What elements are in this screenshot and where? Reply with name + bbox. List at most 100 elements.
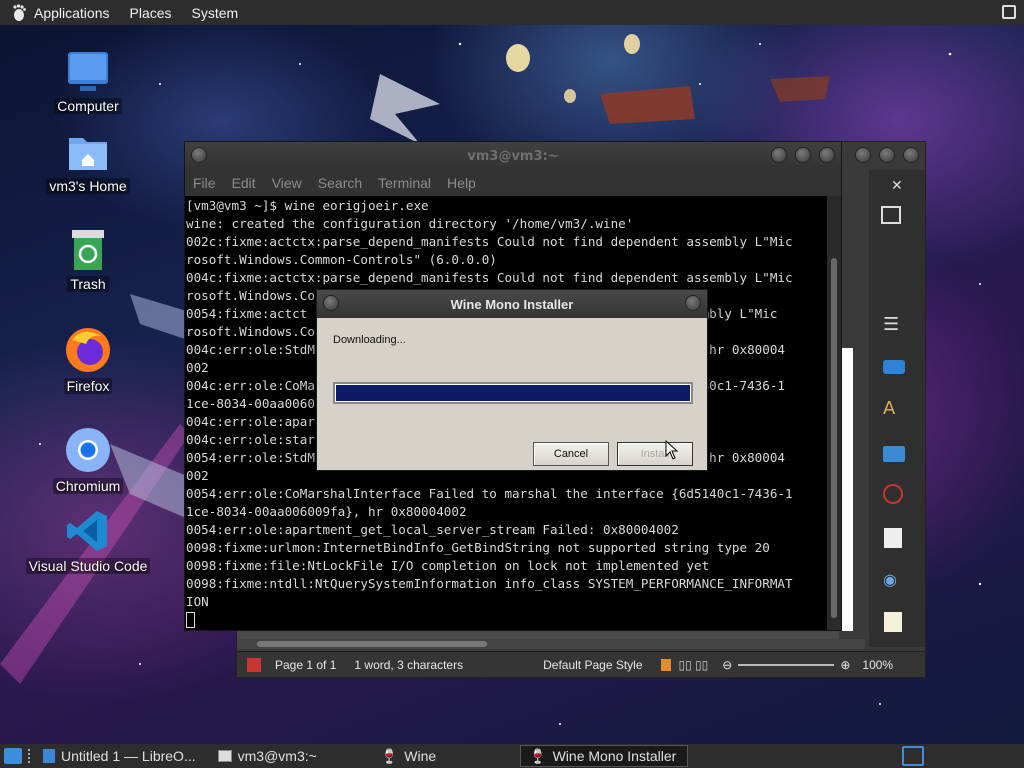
terminal-title: vm3@vm3:~ [467,148,559,164]
desktop-icon-label: Firefox [63,378,113,394]
desktop-icon-label: Chromium [52,478,124,494]
styles-icon[interactable]: A [883,398,895,419]
terminal-scrollbar[interactable] [827,196,841,630]
menu-view[interactable]: View [264,175,310,191]
taskbar-item-wine[interactable]: 🍷 Wine [373,745,444,767]
panel-toggle-icon[interactable] [1002,5,1016,19]
desktop-icon-vscode[interactable]: Visual Studio Code [25,508,151,574]
cancel-button[interactable]: Cancel [533,442,609,466]
system-menu[interactable]: System [184,5,247,21]
menu-terminal[interactable]: Terminal [370,175,439,191]
menu-edit[interactable]: Edit [224,175,264,191]
maximize-icon[interactable] [879,147,895,163]
zoom-level[interactable]: 100% [862,658,893,672]
download-status: Downloading... [333,334,406,346]
zoom-slider[interactable] [738,663,835,666]
terminal-line: [vm3@vm3 ~]$ wine eorigjoeir.exe [186,198,429,213]
window-menu-icon[interactable] [323,295,339,311]
desktop-icon-computer[interactable]: Computer [28,50,148,114]
applications-menu[interactable]: Applications [0,3,118,22]
workspace-switcher-icon[interactable] [902,746,924,766]
language-icon [660,658,671,671]
desktop-icon-label: vm3's Home [46,178,130,194]
computer-icon [68,52,108,91]
home-folder-icon [69,138,107,170]
close-icon[interactable] [819,147,835,163]
view-layout-icon[interactable]: ▯▯ ▯▯ [679,658,709,672]
menu-icon[interactable]: ☰ [883,314,899,335]
terminal-prompt-line [186,611,827,629]
close-icon[interactable]: ✕ [891,178,903,194]
zoom-in-icon[interactable]: ⊕ [840,658,850,672]
close-icon[interactable] [903,147,919,163]
document-icon [247,657,261,672]
table-icon[interactable] [881,206,901,224]
window-menu-icon[interactable] [191,147,207,163]
top-panel: Applications Places System [0,0,1024,25]
terminal-line: 0054:err:ole:CoMarshalInterface Failed t… [186,486,793,501]
properties-icon[interactable] [883,360,905,374]
taskbar-item-label: Wine Mono Installer [552,748,677,764]
taskbar-item-label: Untitled 1 — LibreO... [61,748,196,764]
terminal-line: 0054:err:ole:apartment_get_local_server_… [186,522,679,537]
minimize-icon[interactable] [771,147,787,163]
trash-icon [72,230,104,270]
libreoffice-writer-icon [43,749,55,763]
desktop-icon-label: Computer [54,98,122,114]
taskbar-item-label: Wine [404,748,437,764]
mouse-pointer-icon [665,440,679,460]
desktop-icon-label: Visual Studio Code [25,558,151,574]
terminal-line: 004c:fixme:actctx:parse_depend_manifests… [186,270,793,285]
taskbar-item-terminal[interactable]: vm3@vm3:~ [210,745,325,767]
terminal-line: ION [186,594,209,609]
terminal-line: 0098:fixme:file:NtLockFile I/O completio… [186,558,710,573]
page-style[interactable]: Default Page Style [543,658,642,672]
writer-sidebar: ✕ ☰ A ◉ [869,170,925,674]
terminal-icon [217,750,232,762]
navigator-icon[interactable] [883,484,903,504]
taskbar-item-wine-mono-installer[interactable]: 🍷 Wine Mono Installer [520,745,689,767]
word-count[interactable]: 1 word, 3 characters [354,658,463,672]
chromium-icon [66,428,110,472]
page-count[interactable]: Page 1 of 1 [275,658,336,672]
places-menu[interactable]: Places [122,5,180,21]
writer-window-controls [855,147,919,163]
accessibility-icon[interactable]: ◉ [883,570,897,589]
gnome-foot-icon [13,3,26,21]
minimize-icon[interactable] [855,147,871,163]
desktop-icon-chromium[interactable]: Chromium [28,426,148,494]
zoom-out-icon[interactable]: ⊖ [722,658,732,672]
bottom-taskbar: Untitled 1 — LibreO... vm3@vm3:~ 🍷 Wine … [0,744,1024,768]
progress-fill [336,385,690,401]
download-progress-bar [333,382,693,404]
page-icon[interactable] [884,528,902,548]
show-desktop-icon[interactable] [4,748,22,764]
terminal-line: 002c:fixme:actctx:parse_depend_manifests… [186,234,793,249]
taskbar-item-label: vm3@vm3:~ [237,748,317,764]
menu-file[interactable]: File [185,175,224,191]
menu-help[interactable]: Help [439,175,484,191]
dialog-title: Wine Mono Installer [450,296,574,312]
wine-icon: 🍷 [380,747,399,764]
dialog-titlebar[interactable]: Wine Mono Installer [317,290,707,318]
writer-statusbar: Page 1 of 1 1 word, 3 characters Default… [237,651,925,677]
install-button[interactable]: Install [617,442,693,466]
taskbar-item-writer[interactable]: Untitled 1 — LibreO... [35,745,204,767]
wine-icon: 🍷 [529,747,547,764]
terminal-line: wine: created the configuration director… [186,216,634,231]
manage-changes-icon[interactable] [884,612,902,632]
writer-horizontal-scrollbar[interactable] [237,639,865,649]
gallery-icon[interactable] [883,446,905,462]
desktop-icon-firefox[interactable]: Firefox [28,326,148,394]
close-icon[interactable] [685,295,701,311]
terminal-titlebar[interactable]: vm3@vm3:~ [185,142,841,170]
terminal-cursor [186,612,195,628]
terminal-line: 0098:fixme:urlmon:InternetBindInfo_GetBi… [186,540,770,555]
desktop-icon-trash[interactable]: Trash [28,228,148,292]
firefox-icon [66,328,110,372]
menu-search[interactable]: Search [310,175,370,191]
taskbar-handle[interactable] [28,749,31,763]
maximize-icon[interactable] [795,147,811,163]
desktop-icon-home[interactable]: vm3's Home [28,130,148,194]
terminal-line: 1ce-8034-00aa006009fa}, hr 0x80004002 [186,504,467,519]
